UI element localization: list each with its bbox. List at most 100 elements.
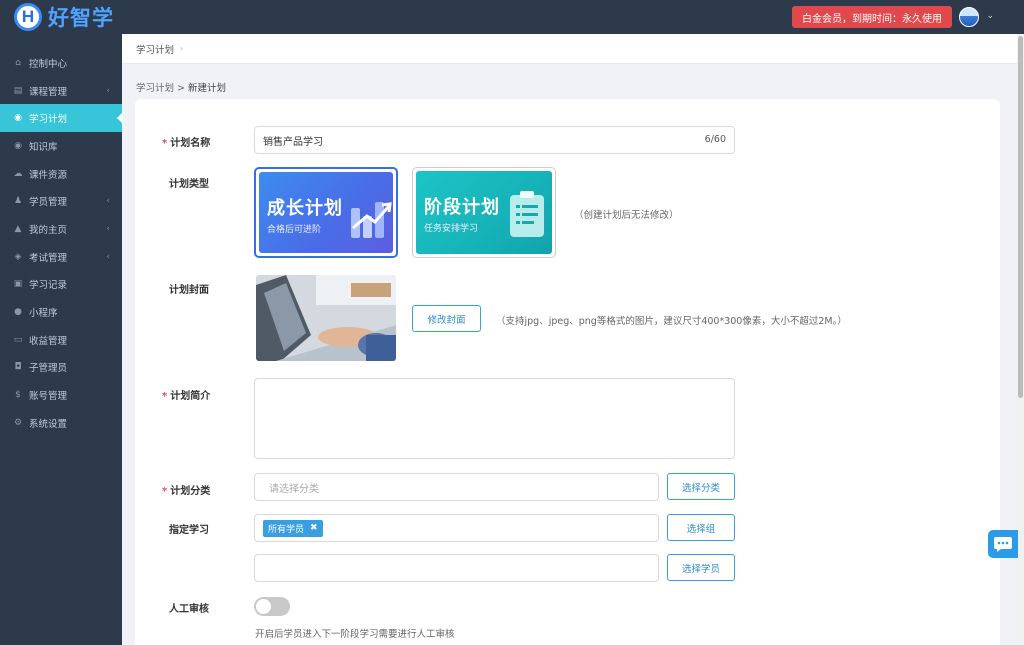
sidebar-item-label: 考试管理	[29, 252, 68, 264]
users-icon: ♟	[13, 196, 23, 207]
sidebar-item-label: 子管理员	[29, 363, 68, 375]
assigned-tag: 所有学员 ✖	[263, 519, 323, 537]
clipboard-icon	[510, 191, 544, 237]
plan-type-note: （创建计划后无法修改）	[574, 210, 679, 221]
category-select[interactable]: 请选择分类	[254, 473, 659, 501]
eye-icon: ◉	[14, 140, 22, 151]
wechat-icon: ●	[14, 307, 22, 318]
sidebar-item-12[interactable]: ◘ 子管理员	[0, 354, 122, 382]
sidebar: ⌂ 控制中心 ▤ 课程管理 ‹ ◉ 学习计划 ◉ 知识库 ☁ 课件资源 ♟ 学员管理 ‹ ▲ 我的主页 ‹ ◈ 考试…	[0, 34, 123, 645]
sidebar-item-label: 知识库	[29, 141, 58, 153]
chevron-left-icon: ‹	[106, 85, 110, 96]
stage-plan-option[interactable]: 阶段计划 任务安排学习	[412, 167, 556, 258]
breadcrumb: 学习计划 > 新建计划	[136, 80, 226, 94]
top-bar: H 好智学 白金会员，到期时间：永久使用 ⌄	[0, 0, 1024, 34]
plan-intro-textarea[interactable]	[254, 378, 735, 459]
avatar[interactable]	[959, 7, 979, 27]
sidebar-item-14[interactable]: ⚙ 系统设置	[0, 409, 122, 437]
laptop-photo-icon	[256, 275, 396, 361]
manual-review-toggle[interactable]	[254, 597, 290, 616]
assigned-tag-label: 所有学员	[268, 524, 305, 535]
cover-note: （支持jpg、jpeg、png等格式的图片，建议尺寸400*300像素，大小不超…	[496, 316, 847, 327]
breadcrumb-tab: 学习计划 ›	[122, 34, 1017, 64]
chevron-left-icon: ‹	[106, 223, 110, 234]
sidebar-item-label: 学习记录	[29, 280, 68, 292]
sidebar-item-13[interactable]: $ 账号管理	[0, 381, 122, 409]
close-icon[interactable]: ✖	[310, 523, 318, 533]
plan-cover-label: 计划封面	[169, 285, 209, 296]
plan-name-value: 销售产品学习	[263, 136, 323, 148]
card-icon: ▭	[13, 334, 23, 345]
sidebar-item-8[interactable]: ◈ 考试管理 ‹	[0, 243, 122, 271]
plan-category-label: * 计划分类	[162, 482, 262, 497]
sidebar-item-2[interactable]: ▤ 课程管理 ‹	[0, 77, 122, 105]
sidebar-item-3[interactable]: ◉ 学习计划	[0, 104, 123, 133]
sidebar-item-label: 课程管理	[29, 86, 68, 98]
sidebar-item-5[interactable]: ☁ 课件资源	[0, 160, 122, 188]
logo[interactable]: H 好智学	[14, 2, 114, 32]
assign-student-input[interactable]	[254, 554, 659, 582]
breadcrumb-tab-label[interactable]: 学习计划	[136, 42, 174, 56]
breadcrumb-current: 新建计划	[188, 83, 227, 94]
growth-plan-option[interactable]: 成长计划 合格后可进阶	[254, 167, 398, 258]
plan-name-input[interactable]: 销售产品学习 6/60	[254, 126, 735, 154]
toggle-knob	[256, 599, 271, 614]
sidebar-item-label: 小程序	[29, 308, 58, 320]
bar-chart-icon	[351, 202, 392, 238]
sidebar-item-9[interactable]: ▣ 学习记录	[0, 271, 122, 299]
chevron-left-icon: ‹	[106, 196, 110, 207]
sidebar-item-label: 学员管理	[29, 197, 68, 209]
growth-plan-title: 成长计划	[267, 198, 343, 219]
stage-plan-title: 阶段计划	[424, 197, 500, 218]
sidebar-item-11[interactable]: ▭ 收益管理	[0, 326, 122, 354]
sidebar-item-4[interactable]: ◉ 知识库	[0, 132, 122, 160]
plan-category-label-text: 计划分类	[170, 486, 211, 497]
select-category-button[interactable]: 选择分类	[667, 473, 735, 500]
stage-plan-banner: 阶段计划 任务安排学习	[416, 171, 552, 254]
scrollbar-thumb[interactable]	[1018, 36, 1023, 398]
plan-intro-label-text: 计划简介	[170, 391, 211, 402]
chat-float-button[interactable]	[988, 530, 1018, 558]
select-group-button[interactable]: 选择组	[667, 514, 735, 541]
home-icon: ⌂	[15, 57, 21, 68]
category-placeholder: 请选择分类	[269, 483, 319, 495]
logo-text: 好智学	[48, 6, 114, 30]
dollar-icon: $	[15, 390, 21, 401]
chevron-down-icon[interactable]: ⌄	[986, 11, 994, 21]
gear-icon: ⚙	[13, 417, 23, 428]
assign-group-input[interactable]: 所有学员 ✖	[254, 514, 659, 542]
char-counter: 6/60	[704, 134, 726, 145]
manual-review-hint: 开启后学员进入下一阶段学习需要进行人工审核	[255, 629, 455, 640]
growth-plan-banner: 成长计划 合格后可进阶	[259, 172, 393, 253]
sidebar-item-10[interactable]: ● 小程序	[0, 298, 122, 326]
form-card: * 计划名称 销售产品学习 6/60 计划类型 成长计划 合格后可进阶 阶段计划 …	[135, 99, 1000, 645]
sidebar-item-label: 学习计划	[29, 114, 68, 126]
sidebar-item-label: 控制中心	[29, 58, 68, 70]
sidebar-item-label: 账号管理	[29, 391, 68, 403]
required-mark: *	[162, 391, 168, 402]
required-mark: *	[162, 486, 168, 497]
sidebar-item-1[interactable]: ⌂ 控制中心	[0, 49, 122, 77]
sidebar-item-7[interactable]: ▲ 我的主页 ‹	[0, 215, 122, 243]
eye-icon: ◉	[14, 113, 22, 124]
graduation-cap-icon: ▲	[14, 223, 22, 234]
sidebar-item-label: 系统设置	[29, 418, 68, 430]
change-cover-button[interactable]: 修改封面	[412, 305, 481, 332]
breadcrumb-parent[interactable]: 学习计划	[136, 83, 174, 94]
book-icon: ▤	[13, 85, 23, 96]
cloud-icon: ☁	[13, 168, 23, 179]
plan-name-label: * 计划名称	[162, 134, 262, 149]
logo-mark: H	[14, 3, 42, 31]
select-student-button[interactable]: 选择学员	[667, 554, 735, 581]
sidebar-item-6[interactable]: ♟ 学员管理 ‹	[0, 187, 122, 215]
tag-icon: ◈	[14, 251, 22, 262]
sidebar-item-label: 课件资源	[29, 169, 68, 181]
cover-image[interactable]	[256, 275, 396, 361]
chevron-right-icon: ›	[180, 44, 184, 53]
chat-icon: ▣	[13, 279, 23, 290]
sidebar-item-label: 我的主页	[29, 224, 68, 236]
plan-name-label-text: 计划名称	[170, 138, 211, 149]
chat-bubble-icon	[994, 537, 1012, 552]
vip-badge[interactable]: 白金会员，到期时间：永久使用	[792, 6, 952, 28]
growth-plan-subtitle: 合格后可进阶	[267, 225, 322, 235]
